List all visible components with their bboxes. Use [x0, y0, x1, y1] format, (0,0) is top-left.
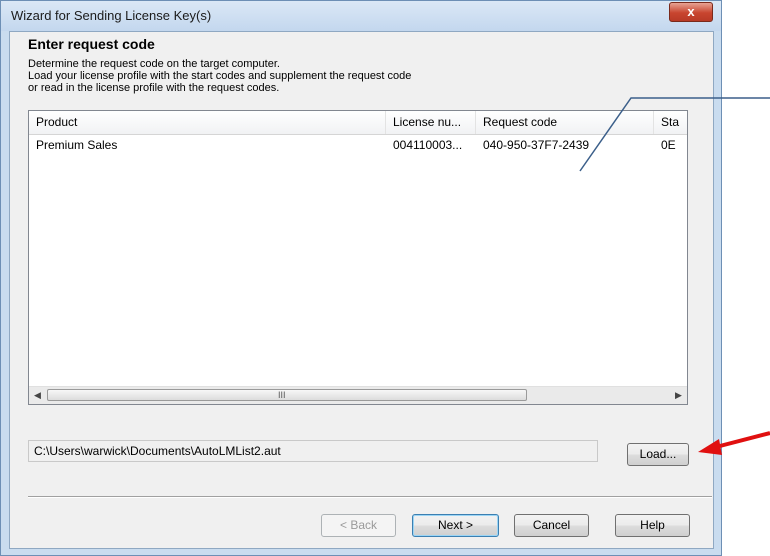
- back-button[interactable]: < Back: [321, 514, 396, 537]
- cancel-button[interactable]: Cancel: [514, 514, 589, 537]
- close-button[interactable]: x: [669, 2, 713, 22]
- column-header-request-code[interactable]: Request code: [476, 111, 654, 134]
- description-line: Determine the request code on the target…: [28, 58, 280, 70]
- scroll-right-icon[interactable]: ▶: [670, 387, 687, 404]
- next-button[interactable]: Next >: [412, 514, 499, 537]
- description-line: Load your license profile with the start…: [28, 70, 412, 82]
- cell-status: 0E: [661, 138, 676, 152]
- scrollbar-thumb[interactable]: III: [47, 389, 527, 401]
- page-description: Determine the request code on the target…: [28, 58, 411, 94]
- footer-divider: [28, 496, 712, 498]
- column-header-status[interactable]: Sta: [654, 111, 687, 134]
- license-list[interactable]: Product License nu... Request code Sta P…: [28, 110, 688, 405]
- list-header: Product License nu... Request code Sta: [29, 111, 687, 135]
- load-button[interactable]: Load...: [627, 443, 689, 466]
- description-line: or read in the license profile with the …: [28, 82, 280, 94]
- title-bar[interactable]: Wizard for Sending License Key(s) x: [1, 1, 721, 31]
- cell-product: Premium Sales: [36, 138, 118, 152]
- column-header-license-number[interactable]: License nu...: [386, 111, 476, 134]
- column-header-product[interactable]: Product: [29, 111, 386, 134]
- cell-license-number: 004110003...: [393, 138, 463, 152]
- close-icon: x: [687, 4, 695, 19]
- horizontal-scrollbar[interactable]: ◀ III ▶: [29, 386, 687, 404]
- cell-request-code[interactable]: 040-950-37F7-2439: [476, 134, 654, 156]
- help-button[interactable]: Help: [615, 514, 690, 537]
- grip-icon: III: [278, 390, 286, 400]
- window-title: Wizard for Sending License Key(s): [11, 8, 212, 23]
- red-arrow-shaft: [715, 431, 770, 449]
- table-row[interactable]: Premium Sales 004110003... 040-950-37F7-…: [29, 134, 687, 156]
- profile-path-field: C:\Users\warwick\Documents\AutoLMList2.a…: [28, 440, 598, 462]
- page-heading: Enter request code: [28, 36, 155, 52]
- scroll-left-icon[interactable]: ◀: [29, 387, 46, 404]
